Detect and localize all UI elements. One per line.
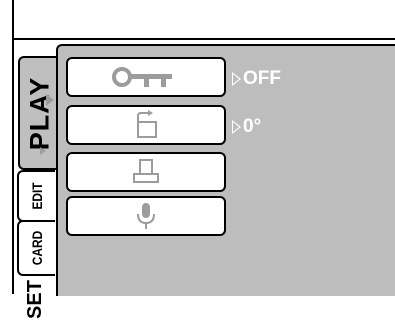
rotate-icon (129, 110, 163, 140)
value-arrow-icon (232, 72, 241, 86)
tab-set[interactable]: SET (17, 274, 53, 324)
tab-set-label: SET (23, 279, 46, 319)
tab-edit-label: EDIT (28, 182, 45, 210)
tab-card-label: CARD (29, 230, 46, 266)
active-tab-arrow-icon (46, 94, 54, 106)
protect-menu-item[interactable] (66, 57, 226, 97)
tab-card[interactable]: CARD (17, 220, 55, 276)
protect-value: OFF (232, 68, 281, 90)
print-menu-item[interactable] (66, 152, 226, 192)
tab-edit[interactable]: EDIT (17, 170, 55, 222)
voice-memo-menu-item[interactable] (66, 196, 226, 236)
rotate-value: 0° (232, 116, 261, 138)
edit-tab-arrow-icon (40, 147, 46, 155)
tab-play[interactable]: PLAY (18, 56, 60, 170)
key-icon (111, 66, 181, 88)
value-arrow-icon (232, 120, 241, 134)
top-divider (14, 38, 395, 40)
tab-play-label: PLAY (24, 76, 55, 150)
print-icon (131, 158, 161, 186)
microphone-icon (134, 201, 158, 231)
rotate-menu-item[interactable] (66, 105, 226, 145)
vertical-tab-bar: PLAY EDIT CARD SET (14, 40, 60, 318)
